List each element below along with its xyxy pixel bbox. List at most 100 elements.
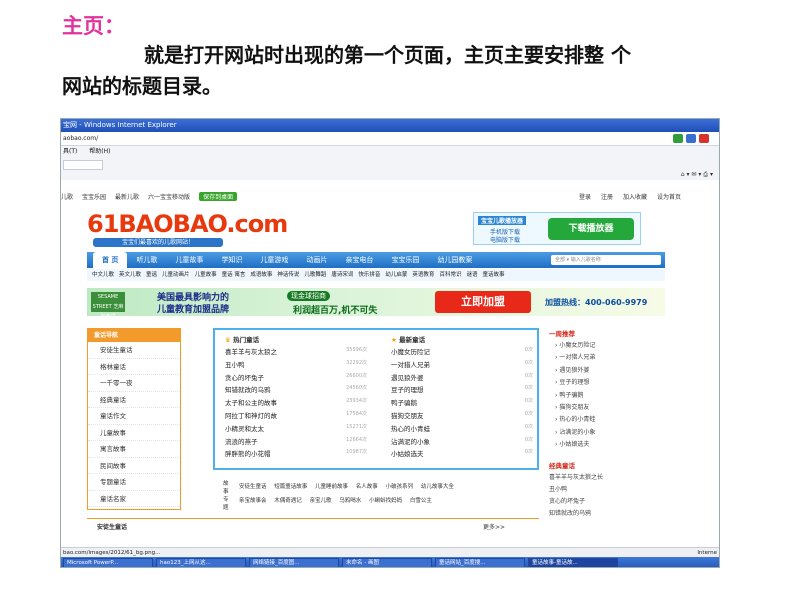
topic-link[interactable]: 乌鸦喝水	[339, 498, 361, 504]
tale-list-item[interactable]: 热心的小青蛙 0次	[391, 423, 539, 436]
topic-link[interactable]: 短篇童话故事	[274, 484, 307, 490]
tale-list-item[interactable]: 太子和公主的故事 23934次	[225, 397, 373, 410]
sub-nav-item[interactable]: 童话 寓言	[222, 272, 246, 278]
tale-list-item[interactable]: 流浪的燕子 12664次	[225, 436, 373, 449]
franchise-banner[interactable]: SESAME STREET 芝麻街英语 美国最具影响力的 儿童教育加盟品牌 现金…	[87, 288, 665, 320]
nav-item[interactable]: 儿童故事	[166, 252, 212, 268]
favorite-link[interactable]: 加入收藏	[623, 192, 647, 201]
recommend-item[interactable]: › 鸭子骗鹅	[549, 390, 665, 402]
top-link[interactable]: 宝宝乐园	[82, 192, 106, 201]
top-link[interactable]: 儿歌	[61, 192, 73, 201]
tale-list-item[interactable]: 沾满泥的小象 0次	[391, 436, 539, 449]
fairy-tale-nav-item[interactable]: 寓言故事	[88, 441, 180, 458]
fairy-tale-nav-item[interactable]: 格林童话	[88, 359, 180, 375]
tale-list-item[interactable]: 猫狗交朋友 0次	[391, 410, 539, 423]
taskbar-button[interactable]: 未命名 - 画图	[342, 558, 432, 567]
stop-icon[interactable]	[699, 134, 709, 143]
sub-nav-item[interactable]: 童话故事	[482, 272, 504, 278]
tale-name[interactable]: 一对猎人兄弟	[391, 361, 430, 369]
taskbar-button[interactable]: 童话故事-童话故...	[528, 558, 618, 567]
more-link[interactable]: 更多>>	[483, 522, 505, 531]
tale-name[interactable]: 喜羊羊与灰太狼之	[225, 348, 277, 356]
recommend-item-label[interactable]: 猫狗交朋友	[559, 404, 589, 411]
tale-list-item[interactable]: 小精灵和太太 15271次	[225, 423, 373, 436]
sub-nav-item[interactable]: 快乐拼音	[358, 272, 380, 278]
refresh-icon[interactable]	[686, 134, 696, 143]
topic-link[interactable]: 小蝌蚪找妈妈	[369, 498, 402, 504]
fairy-tale-nav-item[interactable]: 童话作文	[88, 408, 180, 425]
tale-name[interactable]: 沾满泥的小象	[391, 438, 430, 446]
tale-list-item[interactable]: 遇见狼外婆 0次	[391, 372, 539, 385]
recommend-item-label[interactable]: 小姑娘选夫	[559, 441, 589, 448]
sub-nav-item[interactable]: 英语教育	[412, 272, 434, 278]
tale-name[interactable]: 阿拉丁和神灯的故	[225, 412, 277, 420]
sub-nav-item[interactable]: 幼儿启蒙	[385, 272, 407, 278]
join-now-button[interactable]: 立即加盟	[435, 291, 531, 313]
tale-name[interactable]: 流浪的燕子	[225, 438, 258, 446]
sub-nav-item[interactable]: 儿童动画片	[162, 272, 190, 278]
tale-name[interactable]: 小精灵和太太	[225, 425, 264, 433]
fairy-tale-nav-item[interactable]: 专题童话	[88, 474, 180, 491]
recommend-item[interactable]: › 豆子的理想	[549, 377, 665, 389]
tale-list-item[interactable]: 小魔女历险记 0次	[391, 346, 539, 359]
recommend-item[interactable]: › 小魔女历险记	[549, 340, 665, 352]
recommend-item-label[interactable]: 热心的小青蛙	[559, 416, 595, 423]
nav-item[interactable]: 幼儿园教案	[428, 252, 481, 268]
tale-name[interactable]: 遇见狼外婆	[391, 374, 424, 382]
sub-nav-item[interactable]: 英文儿歌	[119, 272, 141, 278]
tale-list-item[interactable]: 小姑娘选夫 0次	[391, 448, 539, 461]
recommend-item[interactable]: › 猫狗交朋友	[549, 402, 665, 414]
address-bar[interactable]: aobao.com/	[61, 132, 719, 146]
top-link[interactable]: 六一宝宝移动版	[148, 192, 190, 201]
sub-nav-item[interactable]: 中文儿歌	[92, 272, 114, 278]
taskbar-button[interactable]: 童话网站_百度搜...	[435, 558, 525, 567]
classic-tale-item[interactable]: 知错就改的乌鸦	[549, 508, 665, 520]
topic-link[interactable]: 儿童睡前故事	[315, 484, 348, 490]
tale-list-item[interactable]: 阿拉丁和神灯的故 17584次	[225, 410, 373, 423]
fairy-tale-nav-item[interactable]: 一千零一夜	[88, 375, 180, 392]
fairy-tale-nav-item[interactable]: 儿童故事	[88, 425, 180, 441]
tale-list-item[interactable]: 贪心的坏兔子 26600次	[225, 372, 373, 385]
sub-nav-item[interactable]: 儿歌舞蹈	[304, 272, 326, 278]
sub-nav-item[interactable]: 儿童故事	[195, 272, 217, 278]
menu-tools[interactable]: 具(T)	[63, 148, 77, 155]
recommend-item[interactable]: › 热心的小青蛙	[549, 414, 665, 426]
topic-link[interactable]: 名人故事	[356, 484, 378, 490]
fairy-tale-nav-item[interactable]: 安徒生童话	[88, 342, 180, 359]
fairy-tale-nav-item[interactable]: 经典童话	[88, 392, 180, 408]
topic-link[interactable]: 白雪公主	[410, 498, 432, 504]
sub-nav-item[interactable]: 唐诗宋词	[331, 272, 353, 278]
nav-home[interactable]: 首 页	[93, 252, 128, 268]
pc-download-link[interactable]: 电脑版下载	[490, 235, 520, 244]
tale-list-item[interactable]: 喜羊羊与灰太狼之 35596次	[225, 346, 373, 359]
classic-tale-item[interactable]: 喜羊羊与灰太狼之长	[549, 472, 665, 484]
browser-tab[interactable]	[63, 160, 103, 170]
recommend-item[interactable]: › 小姑娘选夫	[549, 439, 665, 451]
tale-list-item[interactable]: 丑小鸭 32292次	[225, 359, 373, 372]
recommend-item-label[interactable]: 小魔女历险记	[559, 342, 595, 349]
topic-link[interactable]: 安徒生童话	[239, 484, 267, 490]
recommend-item-label[interactable]: 一对猎人兄弟	[559, 354, 595, 361]
tale-name[interactable]: 知错就改的乌鸦	[225, 386, 271, 394]
tale-name[interactable]: 鸭子骗鹅	[391, 399, 417, 407]
tale-name[interactable]: 热心的小青蛙	[391, 425, 430, 433]
recommend-item-label[interactable]: 鸭子骗鹅	[559, 392, 583, 399]
recommend-item-label[interactable]: 沾满泥的小象	[559, 429, 595, 436]
sub-nav-item[interactable]: 童谣	[146, 272, 157, 278]
recommend-item[interactable]: › 沾满泥的小象	[549, 427, 665, 439]
register-link[interactable]: 注册	[601, 192, 613, 201]
tale-list-item[interactable]: 胖胖熊的小花帽 10987次	[225, 448, 373, 461]
classic-tale-item[interactable]: 丑小鸭	[549, 484, 665, 496]
download-player-button[interactable]: 下载播放器	[548, 218, 634, 240]
topic-link[interactable]: 小破孩系列	[386, 484, 414, 490]
sub-nav-item[interactable]: 成语故事	[250, 272, 272, 278]
recommend-item-label[interactable]: 豆子的理想	[559, 379, 589, 386]
top-link[interactable]: 最新儿歌	[115, 192, 139, 201]
taskbar-button[interactable]: hao123_上网从这...	[156, 558, 246, 567]
topic-link[interactable]: 幼儿故事大全	[421, 484, 454, 490]
go-icon[interactable]	[673, 134, 683, 143]
nav-item[interactable]: 学知识	[212, 252, 251, 268]
sub-nav-item[interactable]: 百科常识	[439, 272, 461, 278]
recommend-item[interactable]: › 遇见狼外婆	[549, 365, 665, 377]
sub-nav-item[interactable]: 谜语	[466, 272, 477, 278]
